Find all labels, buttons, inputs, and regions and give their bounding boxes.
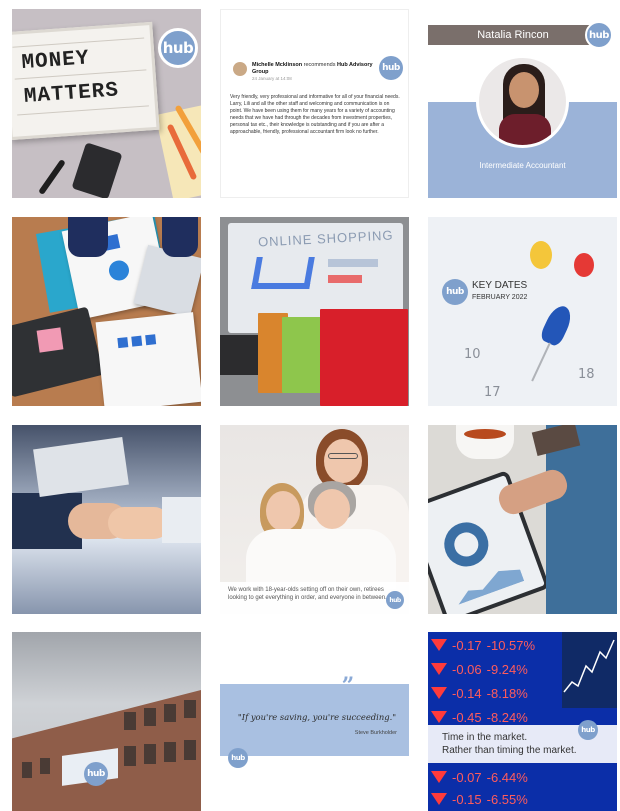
ticker-percent: -6.44% bbox=[486, 769, 528, 785]
family-caption: We work with 18-year-olds setting off on… bbox=[220, 582, 409, 614]
reviewer-name: Michelle Mcklinson bbox=[252, 62, 303, 68]
post-stock-market[interactable]: -0.17 -10.57% -0.06 -9.24% -0.14 -8.18% … bbox=[428, 632, 617, 811]
post-tablet-chart[interactable] bbox=[428, 425, 617, 614]
day-number: 10 bbox=[464, 347, 481, 362]
lightbox-sign: MONEY MATTERS bbox=[12, 21, 160, 141]
ticker-change: -0.06 bbox=[452, 661, 482, 677]
review-body: Very friendly, very professional and inf… bbox=[230, 94, 400, 135]
ticker-percent: -8.18% bbox=[486, 685, 528, 701]
post-quote[interactable]: ” "If you're saving, you're succeeding."… bbox=[220, 632, 409, 811]
hub-logo: hub bbox=[84, 762, 108, 786]
down-arrow-icon bbox=[431, 639, 447, 651]
review-header: Michelle Mcklinson recommends Hub Adviso… bbox=[233, 62, 383, 81]
ticker-percent: -9.24% bbox=[486, 661, 528, 677]
down-arrow-icon bbox=[431, 687, 447, 699]
bag-green bbox=[282, 317, 324, 393]
sticky-note bbox=[36, 327, 64, 353]
post-handshake[interactable] bbox=[12, 425, 201, 614]
post-key-dates[interactable]: hub KEY DATES FEBRUARY 2022 10 17 18 bbox=[428, 217, 617, 406]
ticker-percent: -8.24% bbox=[486, 709, 528, 725]
keyboard-icon bbox=[220, 335, 260, 375]
ticker-change: -0.17 bbox=[452, 637, 482, 653]
down-arrow-icon bbox=[431, 711, 447, 723]
hub-logo: hub bbox=[386, 591, 404, 609]
pen-icon bbox=[38, 158, 66, 196]
hub-logo: hub bbox=[578, 720, 598, 740]
glasses-icon bbox=[328, 453, 358, 459]
ticker-change: -0.45 bbox=[452, 709, 482, 725]
down-arrow-icon bbox=[431, 771, 447, 783]
post-family[interactable]: We work with 18-year-olds setting off on… bbox=[220, 425, 409, 614]
ticker-row: -0.07 -6.44% bbox=[428, 766, 578, 788]
screen-text: ONLINE SHOPPING bbox=[257, 227, 394, 250]
post-review[interactable]: Michelle Mcklinson recommends Hub Adviso… bbox=[220, 9, 409, 198]
post-online-shopping[interactable]: ONLINE SHOPPING bbox=[220, 217, 409, 406]
sleeve bbox=[68, 217, 108, 257]
post-team-member[interactable]: Natalia Rincon Intermediate Accountant h… bbox=[428, 9, 617, 198]
shopping-cart-icon bbox=[251, 257, 315, 289]
document bbox=[95, 312, 201, 406]
down-arrow-icon bbox=[431, 793, 447, 805]
avatar bbox=[233, 62, 247, 76]
ticker-row: -0.17 -10.57% bbox=[428, 634, 578, 656]
face bbox=[324, 439, 362, 483]
lightbox-line-1: MONEY bbox=[20, 47, 91, 76]
ticker-percent: -6.55% bbox=[486, 791, 528, 807]
bag-red bbox=[320, 309, 408, 406]
pin-icon bbox=[538, 302, 576, 348]
face bbox=[314, 489, 350, 529]
pin-needle bbox=[531, 342, 551, 382]
team-member-role: Intermediate Accountant bbox=[479, 161, 566, 170]
hub-logo: hub bbox=[228, 748, 248, 768]
ticker-percent: -10.57% bbox=[486, 637, 536, 653]
laptop-icon bbox=[12, 306, 105, 398]
post-workspace[interactable] bbox=[12, 217, 201, 406]
calculator-icon bbox=[71, 142, 123, 198]
day-number: 17 bbox=[484, 385, 501, 400]
key-dates-subtitle: FEBRUARY 2022 bbox=[472, 294, 528, 301]
post-money-matters[interactable]: MONEY MATTERS hub bbox=[12, 9, 201, 198]
quote-text: "If you're saving, you're succeeding." bbox=[237, 712, 397, 722]
right-hand bbox=[108, 507, 170, 539]
face bbox=[266, 491, 300, 531]
sleeve bbox=[162, 217, 198, 257]
ticker-change: -0.15 bbox=[452, 791, 482, 807]
hub-logo: hub bbox=[585, 21, 613, 49]
portrait bbox=[476, 55, 569, 148]
key-dates-title: KEY DATES bbox=[472, 280, 528, 291]
hub-logo: hub bbox=[158, 28, 198, 68]
review-action: recommends bbox=[303, 62, 336, 68]
ticker-row: -0.14 -8.18% bbox=[428, 682, 578, 704]
pin-icon bbox=[574, 253, 594, 277]
coffee-cup-icon bbox=[456, 425, 514, 459]
ticker-change: -0.14 bbox=[452, 685, 482, 701]
quote-icon: ” bbox=[341, 673, 355, 699]
review-date: 24 January at 14:08 bbox=[252, 76, 292, 81]
hub-logo: hub bbox=[379, 56, 403, 80]
team-member-name: Natalia Rincon bbox=[428, 25, 598, 45]
quote-author: Steve Burkholder bbox=[354, 730, 397, 736]
day-number: 18 bbox=[578, 367, 595, 382]
clothes bbox=[246, 529, 396, 589]
caption-line-2: Rather than timing the market. bbox=[442, 745, 577, 756]
post-office-building[interactable]: hub bbox=[12, 632, 201, 811]
ticker-change: -0.07 bbox=[452, 769, 482, 785]
ticker-row: -0.15 -6.55% bbox=[428, 788, 578, 810]
tablet-icon bbox=[33, 436, 129, 498]
hub-logo: hub bbox=[442, 279, 468, 305]
ticker-row: -0.06 -9.24% bbox=[428, 658, 578, 680]
lightbox-line-2: MATTERS bbox=[23, 79, 120, 109]
pin-icon bbox=[530, 241, 552, 269]
down-arrow-icon bbox=[431, 663, 447, 675]
right-sleeve bbox=[162, 497, 201, 543]
sleeve bbox=[546, 425, 617, 614]
